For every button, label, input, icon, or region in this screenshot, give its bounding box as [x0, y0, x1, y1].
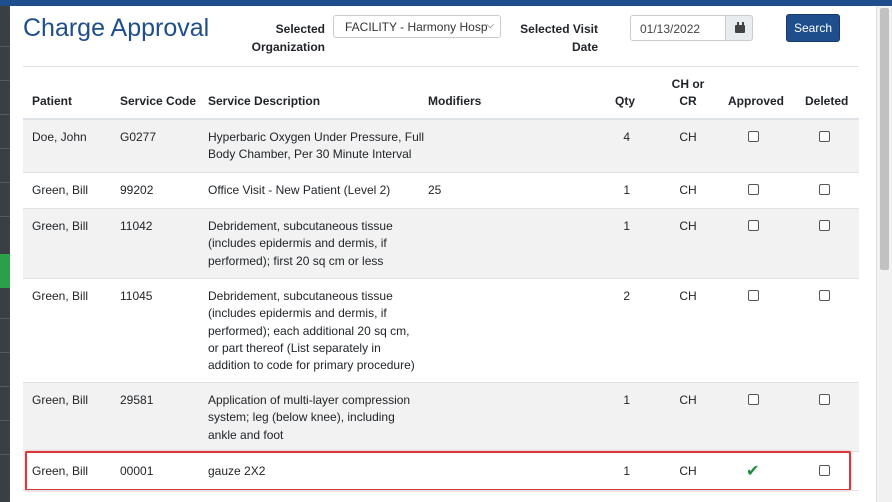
deleted-checkbox[interactable] [819, 290, 830, 301]
deleted-checkbox[interactable] [819, 184, 830, 195]
column-header-service-description[interactable]: Service Description [208, 93, 320, 110]
highlight-box [25, 451, 851, 491]
table-row: Doe, John G0277 Hyperbaric Oxygen Under … [23, 119, 859, 172]
cell-service-description: Hyperbaric Oxygen Under Pressure, Full Bo… [208, 130, 425, 162]
cell-service-code: 29581 [120, 393, 154, 407]
approved-checkbox[interactable] [748, 220, 759, 231]
chevron-down-icon: ⌵ [486, 20, 494, 31]
cell-service-code: G0277 [120, 130, 157, 144]
cell-service-code: 11042 [120, 219, 153, 233]
charge-approval-modal: Charge Approval Selected Organization FA… [10, 6, 876, 502]
cell-service-code: 99202 [120, 183, 154, 197]
cell-service-description: Debridement, subcutaneous tissue (include… [208, 219, 393, 268]
cell-patient: Green, Bill [32, 289, 89, 303]
table-row: Green, Bill 11045 Debridement, subcutane… [23, 278, 859, 382]
deleted-checkbox[interactable] [819, 220, 830, 231]
cell-service-code: 11045 [120, 289, 153, 303]
cell-ch-cr: CH [679, 183, 697, 197]
cell-qty: 1 [623, 183, 630, 197]
approved-checkbox[interactable] [748, 184, 759, 195]
cell-qty: 4 [623, 130, 630, 144]
cell-qty: 1 [623, 393, 630, 407]
column-header-ch-cr[interactable]: CH or CR [666, 76, 710, 110]
table-row: Green, Bill 29581 Application of multi-l… [23, 382, 859, 451]
table-row: Green, Bill 11042 Debridement, subcutane… [23, 208, 859, 278]
table-bottom-divider [23, 490, 859, 491]
cell-ch-cr: CH [679, 289, 697, 303]
cell-service-description: Application of multi-layer compression sy… [208, 393, 411, 442]
search-button[interactable]: Search [786, 14, 840, 42]
column-header-modifiers[interactable]: Modifiers [428, 93, 481, 110]
column-header-deleted[interactable]: Deleted [805, 93, 848, 110]
approved-checkbox[interactable] [748, 131, 759, 142]
cell-ch-cr: CH [679, 219, 697, 233]
header-divider [23, 66, 859, 67]
date-picker-button[interactable] [725, 15, 753, 41]
cell-ch-cr: CH [679, 130, 697, 144]
cell-patient: Doe, John [32, 130, 87, 144]
cell-service-description: Office Visit - New Patient (Level 2) [208, 183, 391, 197]
visit-date-input[interactable]: 01/13/2022 [630, 15, 726, 41]
scrollbar-thumb[interactable] [880, 8, 889, 270]
background-active-marker [0, 254, 10, 288]
deleted-checkbox[interactable] [819, 131, 830, 142]
organization-select-value: FACILITY - Harmony Hosp [345, 20, 488, 34]
deleted-checkbox[interactable] [819, 394, 830, 405]
cell-ch-cr: CH [679, 393, 697, 407]
cell-patient: Green, Bill [32, 183, 89, 197]
modal-scrollbar[interactable] [876, 6, 892, 502]
approved-checkbox[interactable] [748, 290, 759, 301]
cell-patient: Green, Bill [32, 393, 89, 407]
table-row: Green, Bill 99202 Office Visit - New Pat… [23, 172, 859, 208]
column-header-service-code[interactable]: Service Code [120, 93, 196, 110]
background-page-strip [0, 6, 10, 502]
visit-date-label: Selected Visit Date [520, 22, 598, 54]
column-header-qty[interactable]: Qty [615, 93, 635, 110]
column-header-patient[interactable]: Patient [32, 93, 72, 110]
column-header-approved[interactable]: Approved [728, 93, 784, 110]
organization-label: Selected Organization [251, 22, 325, 54]
organization-select[interactable]: FACILITY - Harmony Hosp ⌵ [333, 15, 501, 38]
cell-qty: 2 [623, 289, 630, 303]
approved-checkbox[interactable] [748, 394, 759, 405]
cell-modifiers: 25 [428, 183, 442, 197]
cell-qty: 1 [623, 219, 630, 233]
page-title: Charge Approval [23, 14, 210, 42]
cell-patient: Green, Bill [32, 219, 89, 233]
cell-service-description: Debridement, subcutaneous tissue (include… [208, 289, 415, 373]
